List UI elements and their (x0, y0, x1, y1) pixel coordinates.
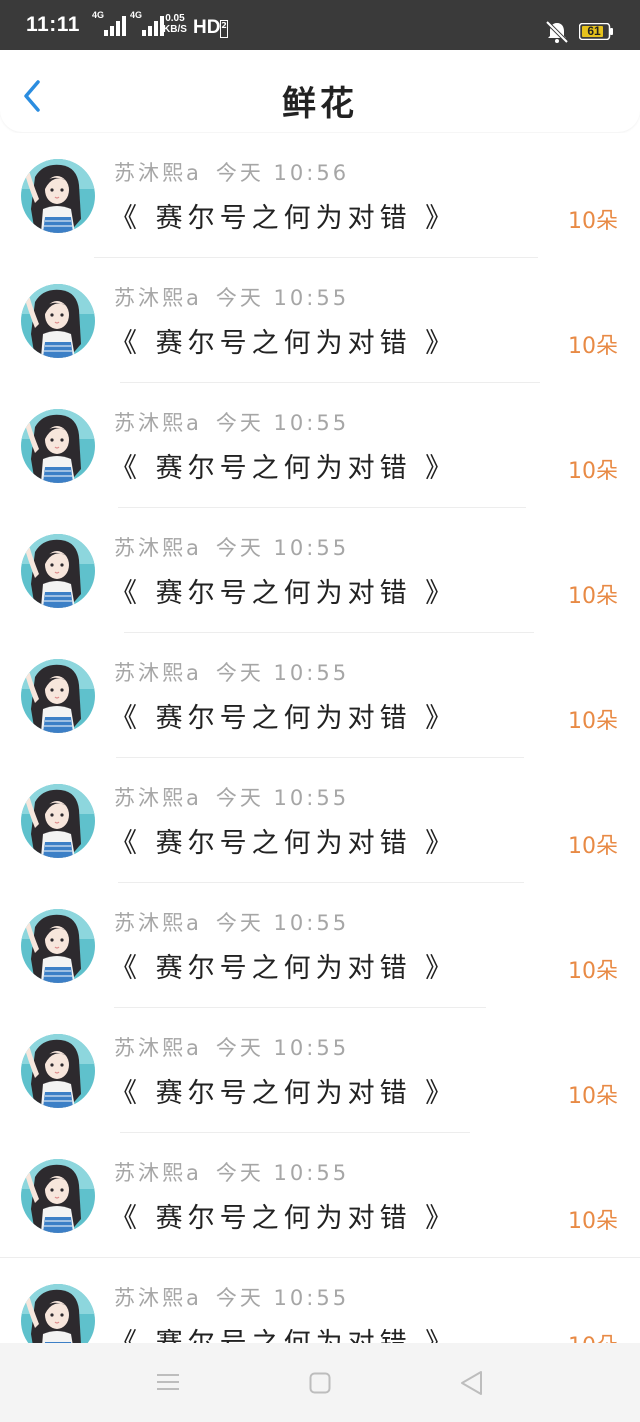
item-meta: 苏沐熙a 今天 10:55 (114, 532, 349, 562)
flower-list[interactable]: 苏沐熙a 今天 10:56 《 赛尔号之何为对错 》 10朵 苏沐熙a 今天 10:55 《… (0, 133, 640, 1343)
list-item[interactable]: 苏沐熙a 今天 10:55 《 赛尔号之何为对错 》 10朵 (0, 883, 640, 1008)
signal-1-label: 4G (92, 10, 105, 20)
item-meta: 苏沐熙a 今天 10:55 (114, 782, 349, 812)
list-item[interactable]: 苏沐熙a 今天 10:55 《 赛尔号之何为对错 》 10朵 (0, 508, 640, 633)
hd-sub: 2 (220, 20, 228, 38)
list-item[interactable]: 苏沐熙a 今天 10:55 《 赛尔号之何为对错 》 10朵 (0, 758, 640, 883)
list-item[interactable]: 苏沐熙a 今天 10:56 《 赛尔号之何为对错 》 10朵 (0, 133, 640, 258)
signal-1: 4G (92, 10, 128, 38)
net-speed-value: 0.05 (165, 13, 185, 24)
avatar[interactable] (21, 409, 95, 483)
item-meta: 苏沐熙a 今天 10:55 (114, 907, 349, 937)
timestamp: 今天 10:55 (215, 411, 350, 435)
list-item[interactable]: 苏沐熙a 今天 10:55 《 赛尔号之何为对错 》 10朵 (0, 1133, 640, 1258)
username[interactable]: 苏沐熙a (114, 536, 202, 560)
flower-count: 10朵 (568, 709, 618, 734)
list-item[interactable]: 苏沐熙a 今天 10:55 《 赛尔号之何为对错 》 10朵 (0, 1008, 640, 1133)
timestamp: 今天 10:55 (215, 661, 350, 685)
avatar[interactable] (21, 1034, 95, 1108)
avatar[interactable] (21, 284, 95, 358)
work-title[interactable]: 《 赛尔号之何为对错 》 (110, 446, 457, 485)
work-title[interactable]: 《 赛尔号之何为对错 》 (110, 821, 457, 860)
avatar[interactable] (21, 534, 95, 608)
avatar[interactable] (21, 659, 95, 733)
flower-count: 10朵 (568, 834, 618, 859)
work-title[interactable]: 《 赛尔号之何为对错 》 (110, 571, 457, 610)
bell-off-icon (545, 20, 569, 44)
work-title[interactable]: 《 赛尔号之何为对错 》 (110, 196, 457, 235)
avatar[interactable] (21, 1159, 95, 1233)
signal-2-label: 4G (130, 10, 143, 20)
username[interactable]: 苏沐熙a (114, 911, 202, 935)
net-speed: 0.05 KB/S (163, 13, 187, 35)
flower-count: 10朵 (568, 459, 618, 484)
username[interactable]: 苏沐熙a (114, 1286, 202, 1310)
square-home-icon[interactable] (309, 1372, 331, 1394)
item-meta: 苏沐熙a 今天 10:56 (114, 157, 349, 187)
flower-count: 10朵 (568, 209, 618, 234)
timestamp: 今天 10:56 (215, 161, 350, 185)
timestamp: 今天 10:55 (215, 1036, 350, 1060)
nav-bar (0, 1343, 640, 1422)
username[interactable]: 苏沐熙a (114, 411, 202, 435)
timestamp: 今天 10:55 (215, 536, 350, 560)
page-title: 鲜花 (282, 84, 358, 124)
list-item[interactable]: 苏沐熙a 今天 10:55 《 赛尔号之何为对错 》 10朵 (0, 1258, 640, 1343)
signal-bars-icon (104, 16, 126, 36)
username[interactable]: 苏沐熙a (114, 786, 202, 810)
item-meta: 苏沐熙a 今天 10:55 (114, 282, 349, 312)
timestamp: 今天 10:55 (215, 911, 350, 935)
status-bar: 11:11 4G 4G 0.05 KB/S HD 2 61 (0, 0, 640, 50)
username[interactable]: 苏沐熙a (114, 661, 202, 685)
timestamp: 今天 10:55 (215, 786, 350, 810)
triangle-back-icon[interactable] (459, 1370, 485, 1396)
username[interactable]: 苏沐熙a (114, 1161, 202, 1185)
flower-count: 10朵 (568, 584, 618, 609)
list-item[interactable]: 苏沐熙a 今天 10:55 《 赛尔号之何为对错 》 10朵 (0, 383, 640, 508)
avatar[interactable] (21, 1284, 95, 1343)
work-title[interactable]: 《 赛尔号之何为对错 》 (110, 321, 457, 360)
avatar[interactable] (21, 784, 95, 858)
signal-2: 4G (130, 10, 166, 38)
item-meta: 苏沐熙a 今天 10:55 (114, 1032, 349, 1062)
status-time: 11:11 (26, 13, 80, 36)
work-title[interactable]: 《 赛尔号之何为对错 》 (110, 946, 457, 985)
flower-count: 10朵 (568, 1209, 618, 1234)
list-item[interactable]: 苏沐熙a 今天 10:55 《 赛尔号之何为对错 》 10朵 (0, 258, 640, 383)
flower-count: 10朵 (568, 959, 618, 984)
username[interactable]: 苏沐熙a (114, 286, 202, 310)
header: 鲜花 (0, 50, 640, 132)
item-meta: 苏沐熙a 今天 10:55 (114, 1157, 349, 1187)
work-title[interactable]: 《 赛尔号之何为对错 》 (110, 1196, 457, 1235)
battery-level: 61 (587, 24, 601, 38)
hd-label: HD (193, 17, 221, 38)
work-title[interactable]: 《 赛尔号之何为对错 》 (110, 1321, 457, 1343)
work-title[interactable]: 《 赛尔号之何为对错 》 (110, 696, 457, 735)
work-title[interactable]: 《 赛尔号之何为对错 》 (110, 1071, 457, 1110)
timestamp: 今天 10:55 (215, 1161, 350, 1185)
flower-count: 10朵 (568, 1328, 618, 1343)
username[interactable]: 苏沐熙a (114, 161, 202, 185)
menu-icon[interactable] (156, 1372, 180, 1392)
avatar[interactable] (21, 159, 95, 233)
item-meta: 苏沐熙a 今天 10:55 (114, 1282, 349, 1312)
net-speed-unit: KB/S (163, 24, 187, 35)
avatar[interactable] (21, 909, 95, 983)
timestamp: 今天 10:55 (215, 1286, 350, 1310)
flower-count: 10朵 (568, 334, 618, 359)
timestamp: 今天 10:55 (215, 286, 350, 310)
username[interactable]: 苏沐熙a (114, 1036, 202, 1060)
flower-count: 10朵 (568, 1084, 618, 1109)
item-meta: 苏沐熙a 今天 10:55 (114, 407, 349, 437)
item-meta: 苏沐熙a 今天 10:55 (114, 657, 349, 687)
list-item[interactable]: 苏沐熙a 今天 10:55 《 赛尔号之何为对错 》 10朵 (0, 633, 640, 758)
